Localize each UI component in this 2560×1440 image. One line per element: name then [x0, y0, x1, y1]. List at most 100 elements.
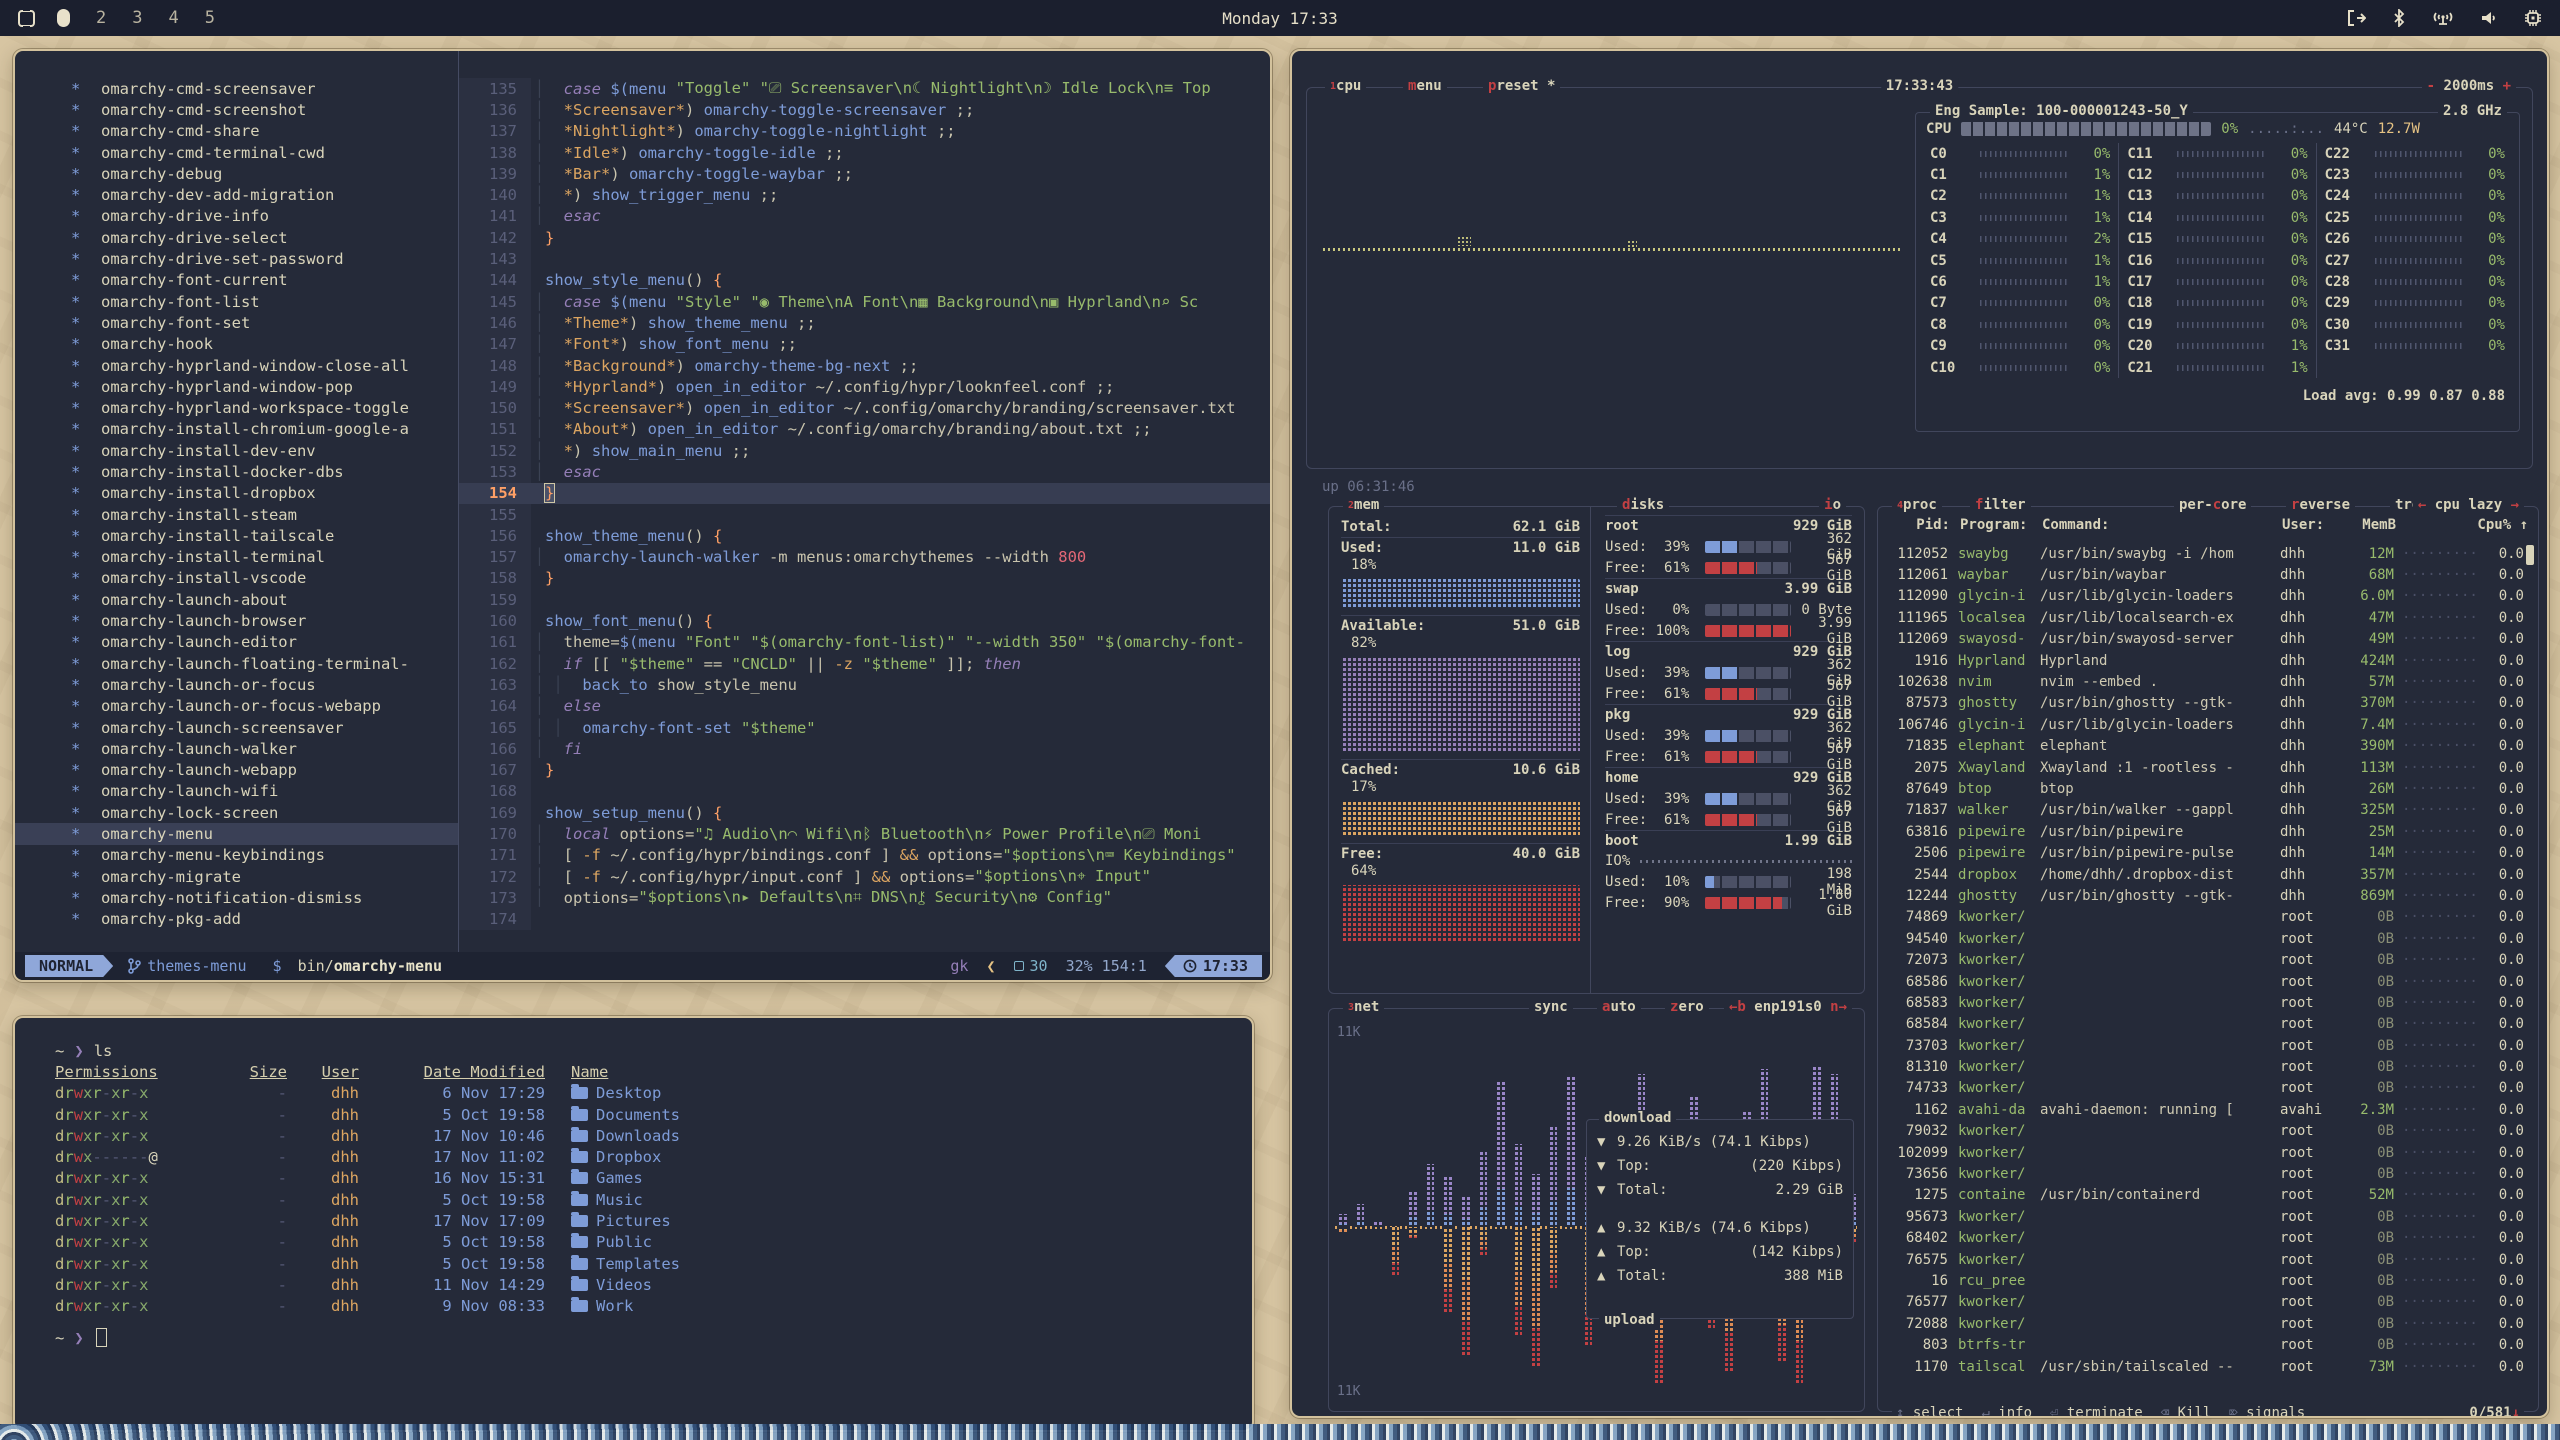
proc-action-info[interactable]: ↵ info [1981, 1405, 2032, 1418]
file-item[interactable]: *omarchy-launch-webapp [15, 760, 458, 781]
process-row[interactable]: 1275containe/usr/bin/containerdroot52M··… [1882, 1185, 2524, 1206]
tab-net[interactable]: 3net [1343, 999, 1384, 1015]
code-line[interactable]: 164▏ else [459, 696, 1270, 717]
network-icon[interactable] [2432, 9, 2454, 27]
code-line[interactable]: 150▏ *Screensaver*) open_in_editor ~/.co… [459, 397, 1270, 418]
process-row[interactable]: 803btrfs-trroot0B·········0.0 [1882, 1334, 2524, 1355]
code-line[interactable]: 161▏ theme=$(menu "Font" "$(omarchy-font… [459, 632, 1270, 653]
file-item[interactable]: *omarchy-font-list [15, 291, 458, 312]
code-line[interactable]: 144show_style_menu() { [459, 270, 1270, 291]
process-row[interactable]: 2544dropbox/home/dhh/.dropbox-distdhh357… [1882, 864, 2524, 885]
process-row[interactable]: 112090glycin-i/usr/lib/glycin-loadersdhh… [1882, 586, 2524, 607]
code-line[interactable]: 172▏ [ -f ~/.config/hypr/input.conf ] &&… [459, 866, 1270, 887]
code-line[interactable]: 173▏ options="$options\n▸ Defaults\n⌗ DN… [459, 887, 1270, 908]
process-row[interactable]: 73656kworker/root0B·········0.0 [1882, 1163, 2524, 1184]
process-row[interactable]: 95673kworker/root0B·········0.0 [1882, 1206, 2524, 1227]
process-row[interactable]: 76577kworker/root0B·········0.0 [1882, 1292, 2524, 1313]
code-line[interactable]: 146▏ *Theme*) show_theme_menu ;; [459, 312, 1270, 333]
process-row[interactable]: 72088kworker/root0B·········0.0 [1882, 1313, 2524, 1334]
proc-action-terminate[interactable]: ⏎ terminate [2050, 1405, 2143, 1418]
code-line[interactable]: 162▏ if [[ "$theme" == "CNCLD" || -z "$t… [459, 653, 1270, 674]
process-row[interactable]: 68402kworker/root0B·········0.0 [1882, 1228, 2524, 1249]
code-line[interactable]: 156show_theme_menu() { [459, 525, 1270, 546]
workspace-2[interactable]: 2 [96, 8, 106, 28]
file-item[interactable]: *omarchy-font-set [15, 312, 458, 333]
code-line[interactable]: 169show_setup_menu() { [459, 802, 1270, 823]
file-item[interactable]: *omarchy-launch-walker [15, 738, 458, 759]
file-item[interactable]: *omarchy-install-vscode [15, 568, 458, 589]
volume-icon[interactable] [2480, 9, 2498, 27]
logout-icon[interactable] [2346, 9, 2366, 27]
workspace-5[interactable]: 5 [205, 8, 215, 28]
workspace-1-active[interactable] [57, 9, 70, 27]
code-line[interactable]: 140▏ *) show_trigger_menu ;; [459, 184, 1270, 205]
tab-cpu[interactable]: 1cpu [1325, 78, 1366, 94]
code-line[interactable]: 137▏ *Nightlight*) omarchy-toggle-nightl… [459, 121, 1270, 142]
menu-button[interactable]: menu [1403, 78, 1447, 94]
update-interval[interactable]: - 2000ms + [2422, 78, 2516, 94]
file-item[interactable]: *omarchy-cmd-screenshot [15, 99, 458, 120]
process-row[interactable]: 79032kworker/root0B·········0.0 [1882, 1121, 2524, 1142]
process-row[interactable]: 112052swaybg/usr/bin/swaybg -i /homdhh12… [1882, 543, 2524, 564]
code-line[interactable]: 145▏ case $(menu "Style" "◉ Theme\nA Fon… [459, 291, 1270, 312]
code-line[interactable]: 149▏ *Hyprland*) open_in_editor ~/.confi… [459, 376, 1270, 397]
code-line[interactable]: 135▏ case $(menu "Toggle" "⎚ Screensaver… [459, 78, 1270, 99]
process-row[interactable]: 1170tailscal/usr/sbin/tailscaled --root7… [1882, 1356, 2524, 1377]
file-item[interactable]: *omarchy-pkg-add [15, 909, 458, 930]
file-item[interactable]: *omarchy-launch-or-focus [15, 674, 458, 695]
process-row[interactable]: 102638nvimnvim --embed .dhh57M·········0… [1882, 671, 2524, 692]
proc-action-kill[interactable]: ⌫ Kill [2161, 1405, 2212, 1418]
process-row[interactable]: 106746glycin-i/usr/lib/glycin-loadersdhh… [1882, 714, 2524, 735]
proc-action-signals[interactable]: ⌦ signals [2229, 1405, 2305, 1418]
chip-icon[interactable] [2524, 9, 2542, 27]
file-item[interactable]: *omarchy-debug [15, 163, 458, 184]
file-item[interactable]: *omarchy-launch-wifi [15, 781, 458, 802]
process-row[interactable]: 74869kworker/root0B·········0.0 [1882, 907, 2524, 928]
code-pane[interactable]: 135▏ case $(menu "Toggle" "⎚ Screensaver… [459, 51, 1270, 952]
process-row[interactable]: 68583kworker/root0B·········0.0 [1882, 992, 2524, 1013]
file-item[interactable]: *omarchy-install-docker-dbs [15, 461, 458, 482]
file-item[interactable]: *omarchy-install-terminal [15, 547, 458, 568]
process-row[interactable]: 16rcu_preeroot0B·········0.0 [1882, 1270, 2524, 1291]
file-item[interactable]: *omarchy-launch-browser [15, 610, 458, 631]
process-row[interactable]: 112069swayosd-/usr/bin/swayosd-serverdhh… [1882, 629, 2524, 650]
code-line[interactable]: 167} [459, 760, 1270, 781]
file-item[interactable]: *omarchy-hook [15, 334, 458, 355]
process-row[interactable]: 12244ghostty/usr/bin/ghostty --gtk-dhh86… [1882, 885, 2524, 906]
tab-proc[interactable]: 4proc [1892, 497, 1942, 513]
process-row[interactable]: 111965localsea/usr/lib/localsearch-exdhh… [1882, 607, 2524, 628]
proc-scrollbar[interactable] [2526, 545, 2534, 565]
file-item[interactable]: *omarchy-drive-info [15, 206, 458, 227]
file-item[interactable]: *omarchy-lock-screen [15, 802, 458, 823]
net-interface[interactable]: ←b enp191s0 n→ [1724, 999, 1852, 1015]
file-item[interactable]: *omarchy-hyprland-window-close-all [15, 355, 458, 376]
code-line[interactable]: 171▏ [ -f ~/.config/hypr/bindings.conf ]… [459, 845, 1270, 866]
code-line[interactable]: 160show_font_menu() { [459, 610, 1270, 631]
code-line[interactable]: 138▏ *Idle*) omarchy-toggle-idle ;; [459, 142, 1270, 163]
process-row[interactable]: 76575kworker/root0B·········0.0 [1882, 1249, 2524, 1270]
code-line[interactable]: 141▏ esac [459, 206, 1270, 227]
file-item[interactable]: *omarchy-cmd-screensaver [15, 78, 458, 99]
proc-sort-selector[interactable]: ← cpu lazy → [2413, 497, 2524, 513]
file-item[interactable]: *omarchy-launch-floating-terminal- [15, 653, 458, 674]
file-item[interactable]: *omarchy-install-steam [15, 504, 458, 525]
file-item[interactable]: *omarchy-install-tailscale [15, 525, 458, 546]
code-line[interactable]: 166▏ fi [459, 738, 1270, 759]
omarchy-logo-icon[interactable] [18, 10, 35, 27]
file-item[interactable]: *omarchy-menu-keybindings [15, 845, 458, 866]
code-line[interactable]: 168 [459, 781, 1270, 802]
process-row[interactable]: 63816pipewire/usr/bin/pipewiredhh25M····… [1882, 821, 2524, 842]
file-item[interactable]: *omarchy-hyprland-window-pop [15, 376, 458, 397]
code-line[interactable]: 174 [459, 909, 1270, 930]
net-zero-toggle[interactable]: zero [1665, 999, 1709, 1015]
code-line[interactable]: 142} [459, 227, 1270, 248]
process-row[interactable]: 87649btopbtopdhh26M·········0.0 [1882, 778, 2524, 799]
process-row[interactable]: 68586kworker/root0B·········0.0 [1882, 971, 2524, 992]
code-line[interactable]: 147▏ *Font*) show_font_menu ;; [459, 334, 1270, 355]
proc-percore-toggle[interactable]: per-core [2174, 497, 2251, 513]
proc-filter-button[interactable]: filter [1970, 497, 2031, 513]
process-row[interactable]: 74733kworker/root0B·········0.0 [1882, 1078, 2524, 1099]
open-file-path[interactable]: bin/omarchy-menu [298, 957, 443, 975]
process-row[interactable]: 102099kworker/root0B·········0.0 [1882, 1142, 2524, 1163]
process-row[interactable]: 73703kworker/root0B·········0.0 [1882, 1035, 2524, 1056]
